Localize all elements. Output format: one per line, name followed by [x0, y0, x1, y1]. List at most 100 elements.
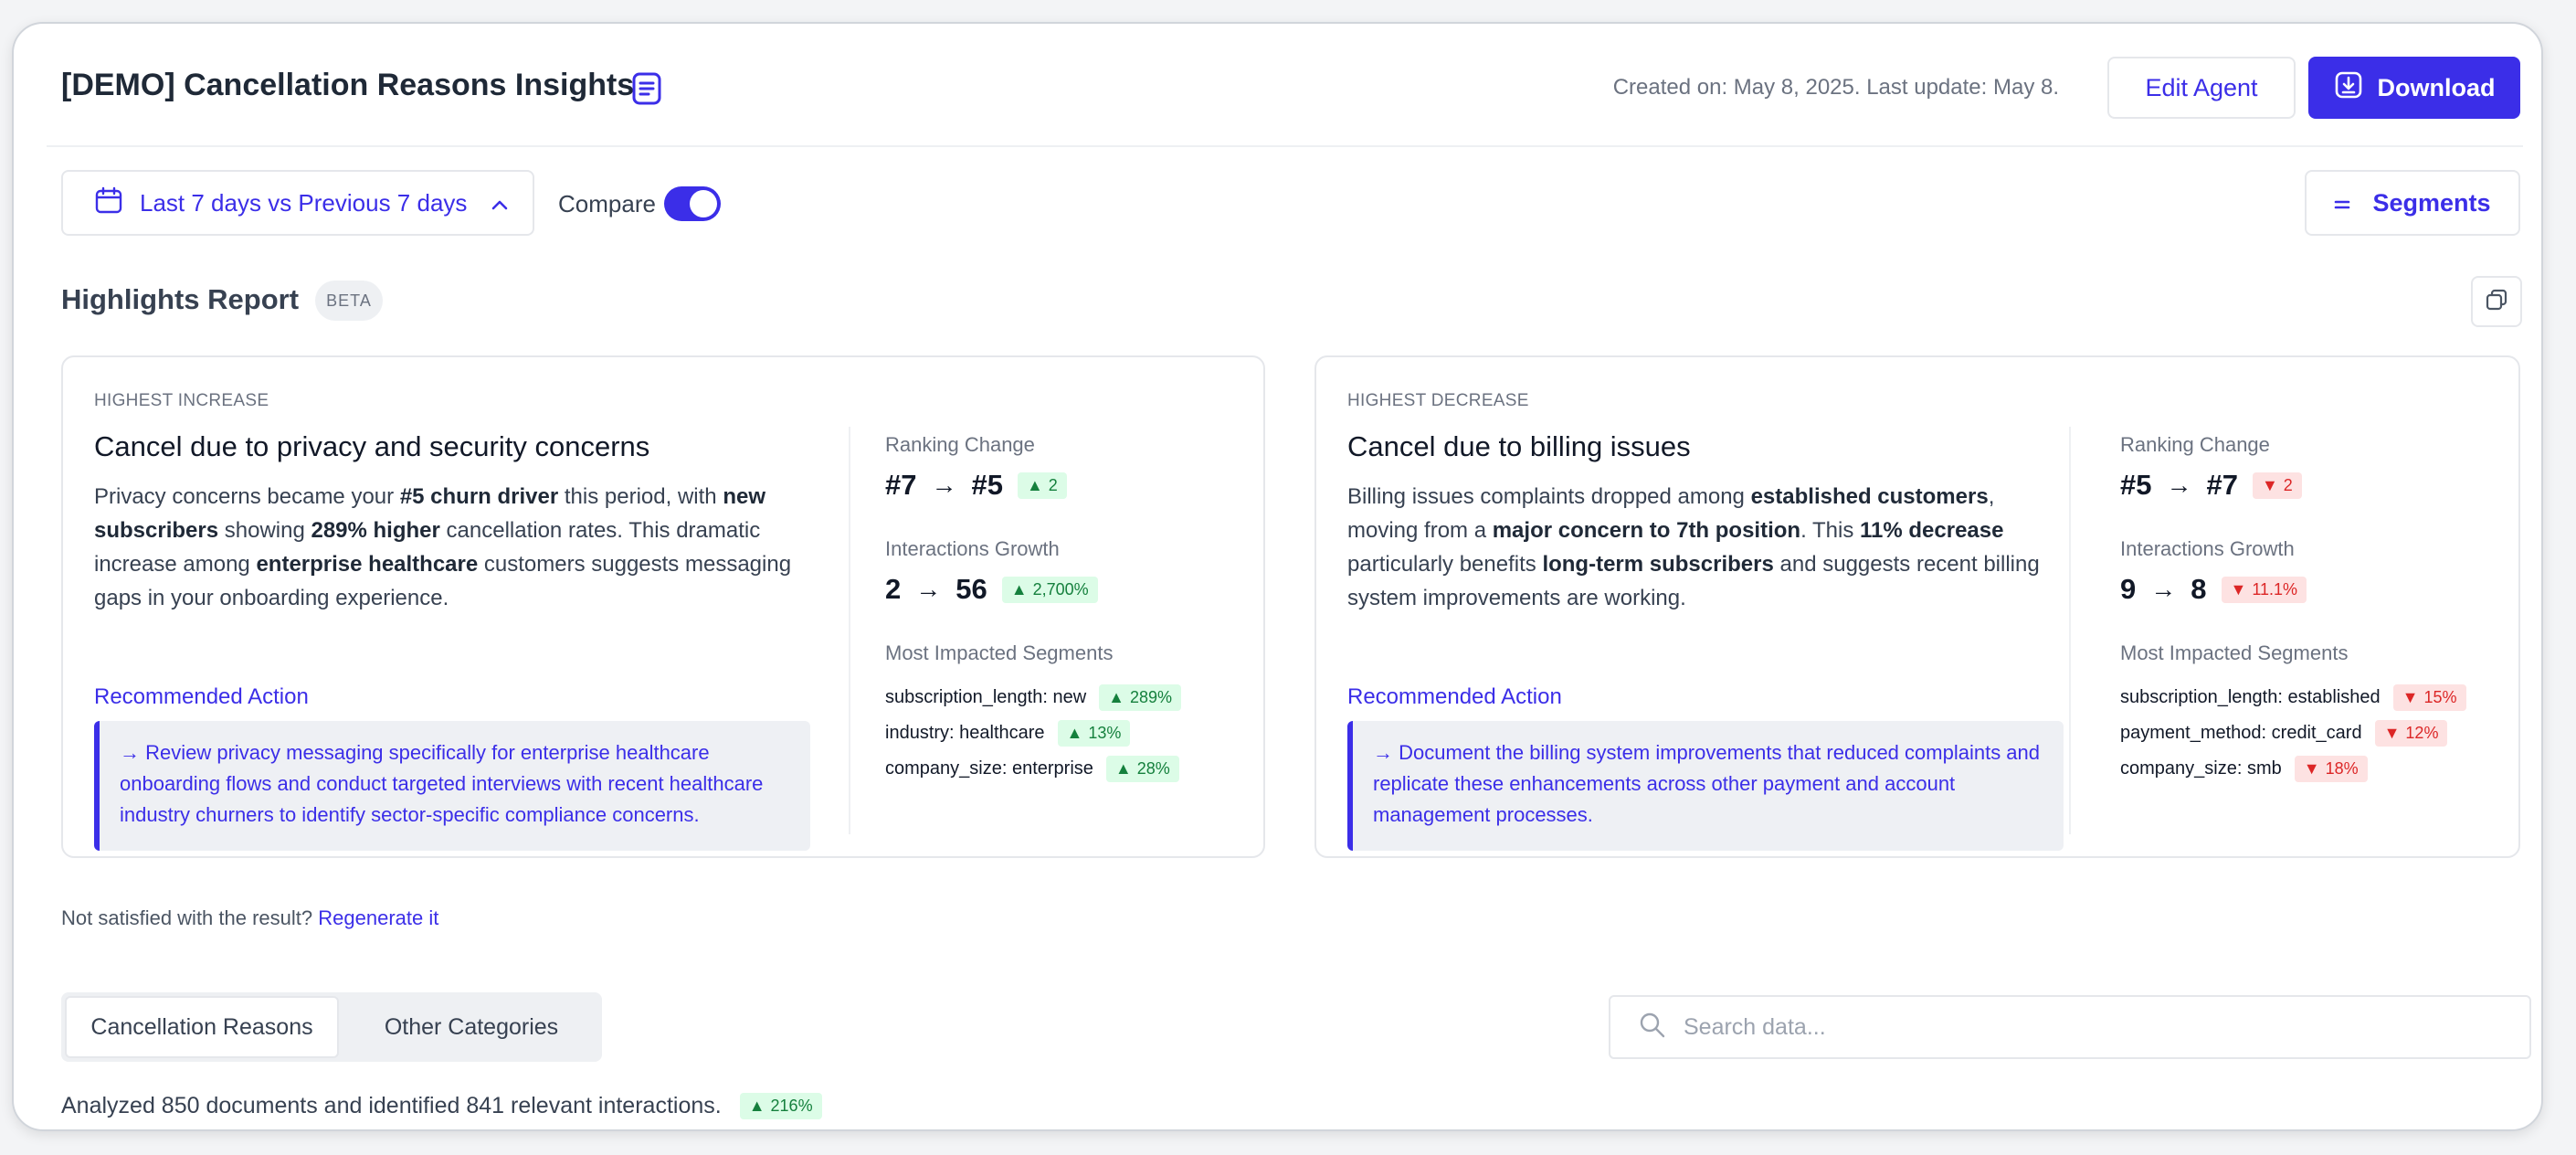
equals-icon — [2334, 189, 2350, 217]
segment-row: subscription_length: new ▲ 289% — [885, 684, 1182, 711]
segment-badge: ▼ 18% — [2294, 756, 2368, 782]
growth-from: 9 — [2120, 573, 2137, 605]
ranking-change-label: Ranking Change — [2120, 433, 2270, 456]
segment-row: subscription_length: established ▼ 15% — [2120, 684, 2466, 711]
growth-from: 2 — [885, 573, 902, 605]
card-body: Privacy concerns became your #5 churn dr… — [94, 484, 792, 610]
segment-badge: ▲ 28% — [1105, 756, 1179, 782]
copy-button[interactable] — [2471, 276, 2522, 327]
segment-name: subscription_length: established — [2120, 687, 2381, 707]
segment-badge-value: 12% — [2405, 724, 2439, 742]
recommended-action-text: → Review privacy messaging specifically … — [94, 721, 810, 851]
triangle-up-icon: ▲ — [748, 1097, 765, 1115]
page-title: [DEMO] Cancellation Reasons Insights — [61, 68, 635, 102]
triangle-down-icon: ▼ — [2261, 475, 2278, 494]
summary-badge: ▲ 216% — [739, 1093, 822, 1119]
segment-name: company_size: smb — [2120, 758, 2282, 779]
tab-cancellation-reasons[interactable]: Cancellation Reasons — [65, 996, 339, 1058]
interactions-growth-value: 2 → 56 ▲ 2,700% — [885, 573, 1098, 606]
analysis-summary: Analyzed 850 documents and identified 84… — [61, 1093, 822, 1119]
ranking-badge-value: 2 — [2283, 475, 2293, 494]
card-divider — [2069, 427, 2071, 834]
compare-label: Compare — [558, 190, 656, 217]
triangle-down-icon: ▼ — [2230, 579, 2247, 599]
regenerate-link[interactable]: Regenerate it — [318, 906, 438, 929]
interactions-growth-label: Interactions Growth — [885, 537, 1060, 560]
growth-badge-value: 2,700% — [1032, 579, 1089, 599]
interactions-growth-value: 9 → 8 ▼ 11.1% — [2120, 573, 2307, 606]
segment-badge: ▲ 289% — [1099, 684, 1182, 711]
recommended-action-label: Recommended Action — [94, 684, 309, 709]
triangle-down-icon: ▼ — [2383, 724, 2401, 742]
segments-label: Segments — [2372, 188, 2491, 217]
segment-badge: ▲ 13% — [1057, 720, 1131, 747]
card-stats: Ranking Change #7 → #5 ▲ 2 Interactions G… — [885, 357, 1251, 856]
regenerate-line: Not satisfied with the result? Regenerat… — [61, 906, 438, 930]
copy-icon — [2485, 288, 2508, 316]
segment-row: company_size: enterprise ▲ 28% — [885, 756, 1179, 782]
compare-toggle[interactable] — [664, 186, 721, 221]
recommended-action-label: Recommended Action — [1347, 684, 1562, 709]
arrow-right-icon: → — [2150, 575, 2177, 603]
card-kicker: HIGHEST DECREASE — [1347, 391, 1529, 410]
document-icon[interactable] — [629, 71, 664, 106]
edit-agent-button[interactable]: Edit Agent — [2107, 57, 2296, 119]
edit-agent-label: Edit Agent — [2145, 73, 2258, 101]
segment-row: payment_method: credit_card ▼ 12% — [2120, 720, 2448, 747]
search-icon — [1638, 1011, 1667, 1044]
triangle-down-icon: ▼ — [2303, 759, 2320, 778]
interactions-growth-label: Interactions Growth — [2120, 537, 2295, 560]
highest-decrease-card: HIGHEST DECREASE Cancel due to billing i… — [1314, 355, 2520, 858]
segment-badge: ▼ 15% — [2392, 684, 2466, 711]
header-divider — [47, 145, 2523, 147]
ranking-badge-value: 2 — [1048, 475, 1058, 494]
chevron-up-icon — [491, 189, 509, 217]
segment-badge-value: 18% — [2325, 759, 2359, 778]
summary-badge-value: 216% — [770, 1097, 813, 1115]
triangle-up-icon: ▲ — [1026, 475, 1043, 494]
ranking-to: #5 — [971, 469, 1003, 501]
growth-badge: ▼ 11.1% — [2221, 576, 2307, 603]
arrow-right-icon: → — [2166, 471, 2192, 499]
segment-badge: ▼ 12% — [2374, 720, 2448, 747]
ranking-badge: ▲ 2 — [1017, 472, 1067, 499]
search-input[interactable] — [1684, 1013, 2506, 1041]
download-label: Download — [2377, 73, 2496, 101]
download-button[interactable]: Download — [2308, 57, 2520, 119]
growth-to: 8 — [2191, 573, 2207, 605]
ranking-change-value: #7 → #5 ▲ 2 — [885, 469, 1067, 502]
triangle-up-icon: ▲ — [1108, 688, 1124, 706]
triangle-up-icon: ▲ — [1010, 579, 1028, 599]
segment-name: industry: healthcare — [885, 723, 1045, 743]
triangle-up-icon: ▲ — [1066, 724, 1083, 742]
download-icon — [2334, 70, 2363, 106]
impacted-segments-label: Most Impacted Segments — [2120, 641, 2349, 664]
search-box — [1609, 995, 2531, 1059]
analysis-summary-text: Analyzed 850 documents and identified 84… — [61, 1093, 722, 1118]
recommended-action-text: → Document the billing system improvemen… — [1347, 721, 2064, 851]
ranking-change-label: Ranking Change — [885, 433, 1035, 456]
date-range-label: Last 7 days vs Previous 7 days — [140, 188, 468, 217]
toggle-knob — [690, 190, 717, 217]
app-window: [DEMO] Cancellation Reasons Insights Cre… — [12, 22, 2543, 1131]
tab-other-categories[interactable]: Other Categories — [344, 996, 598, 1058]
card-body: Billing issues complaints dropped among … — [1347, 484, 2040, 610]
segment-name: subscription_length: new — [885, 687, 1087, 707]
ranking-from: #7 — [885, 469, 917, 501]
card-kicker: HIGHEST INCREASE — [94, 391, 269, 410]
segment-badge-value: 13% — [1088, 724, 1122, 742]
created-updated-text: Created on: May 8, 2025. Last update: Ma… — [1612, 75, 2059, 100]
segment-badge-value: 15% — [2423, 688, 2457, 706]
triangle-down-icon: ▼ — [2402, 688, 2419, 706]
segments-button[interactable]: Segments — [2305, 170, 2520, 236]
date-range-dropdown[interactable]: Last 7 days vs Previous 7 days — [61, 170, 534, 236]
card-title: Cancel due to billing issues — [1347, 430, 1691, 462]
ranking-from: #5 — [2120, 469, 2152, 501]
segment-badge-value: 28% — [1136, 759, 1170, 778]
ranking-change-value: #5 → #7 ▼ 2 — [2120, 469, 2302, 502]
growth-badge: ▲ 2,700% — [1001, 576, 1098, 603]
impacted-segments-label: Most Impacted Segments — [885, 641, 1114, 664]
category-tabs: Cancellation Reasons Other Categories — [61, 992, 602, 1062]
segment-badge-value: 289% — [1129, 688, 1173, 706]
ranking-to: #7 — [2206, 469, 2238, 501]
